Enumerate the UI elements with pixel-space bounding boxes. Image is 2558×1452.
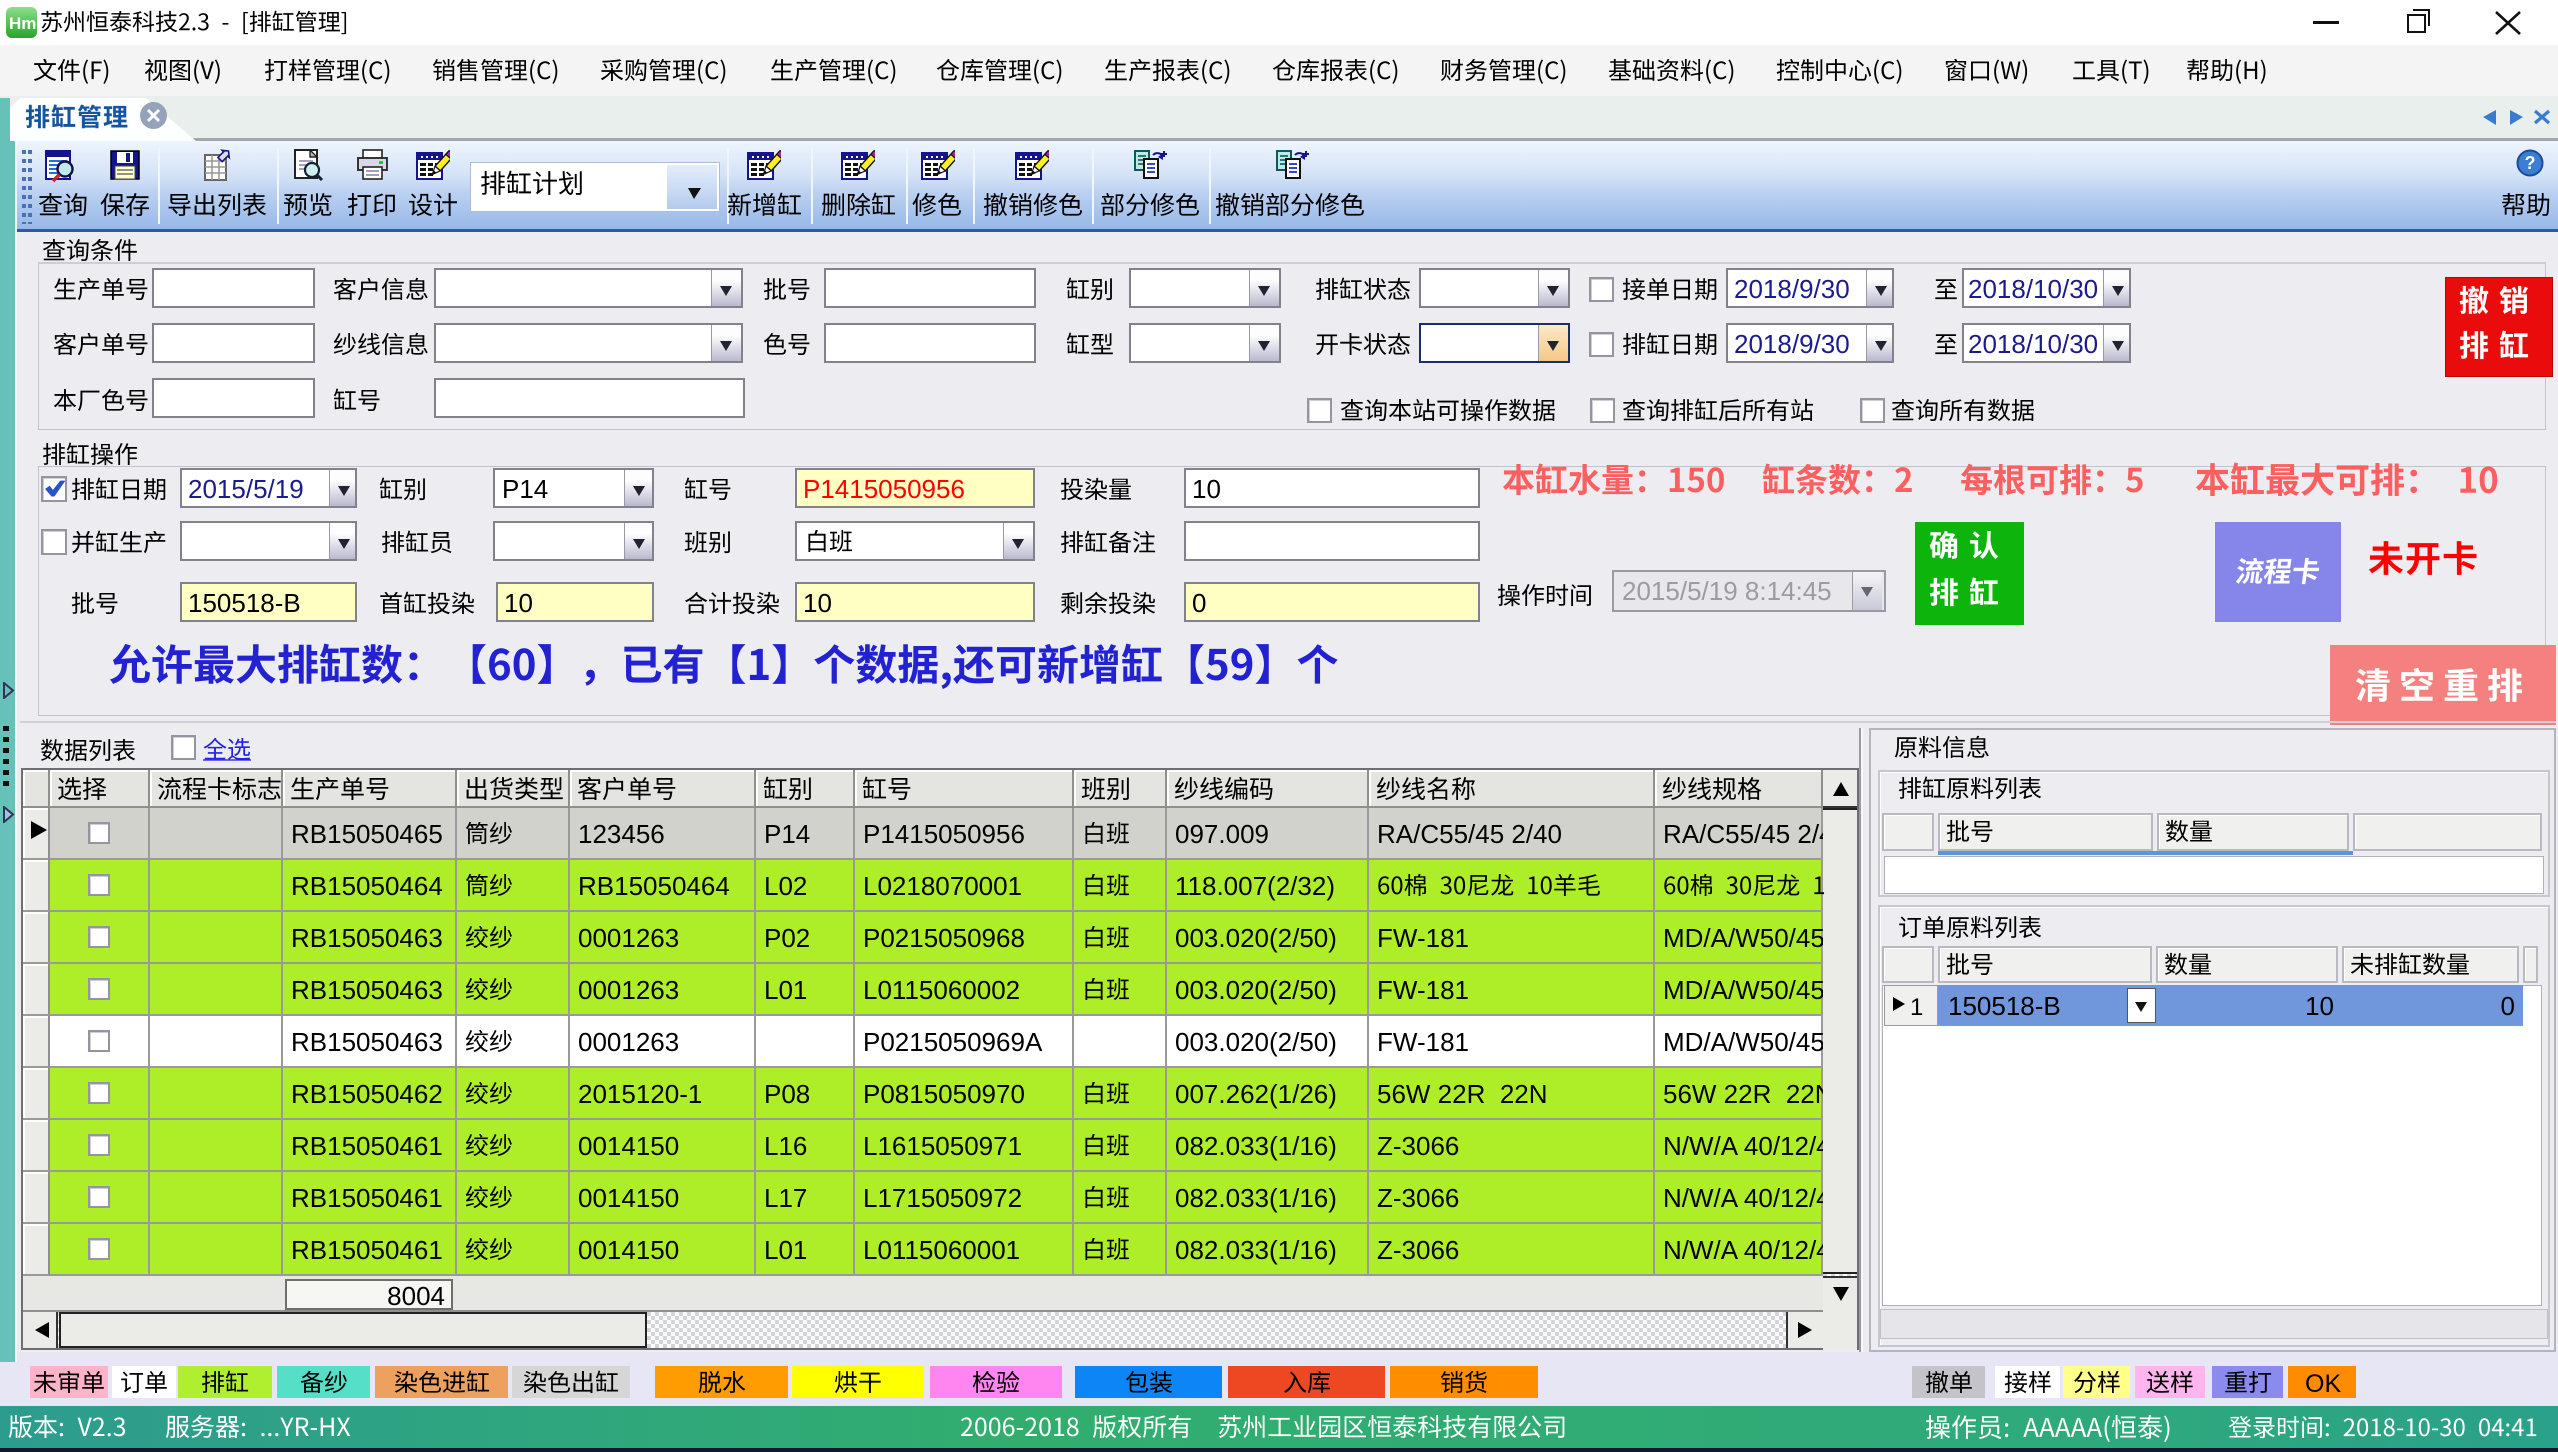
svg-text:?: ? <box>2525 153 2536 173</box>
